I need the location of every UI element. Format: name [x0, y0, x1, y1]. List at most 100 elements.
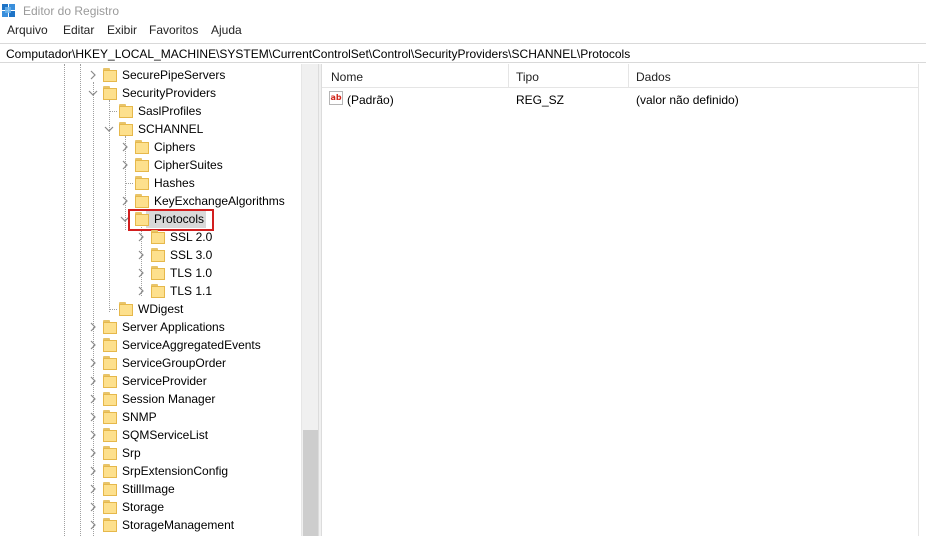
- menu-favoritos[interactable]: Favoritos: [149, 23, 198, 37]
- tree-node-label: TLS 1.0: [170, 266, 213, 280]
- chevron-right-icon[interactable]: [88, 69, 98, 81]
- chevron-right-icon[interactable]: [88, 411, 98, 423]
- chevron-right-icon[interactable]: [136, 231, 146, 243]
- tree-guide-line: [125, 183, 133, 184]
- tree-node-label: SNMP: [122, 410, 157, 424]
- tree-node[interactable]: TLS 1.0: [0, 264, 300, 282]
- tree-node[interactable]: Ciphers: [0, 138, 300, 156]
- tree-scrollbar-thumb[interactable]: [303, 430, 318, 536]
- key-tree[interactable]: SecurePipeServers SecurityProviders SaslPr…: [0, 64, 318, 536]
- chevron-right-icon[interactable]: [88, 519, 98, 531]
- tree-node-label: ServiceGroupOrder: [122, 356, 227, 370]
- folder-icon: [103, 518, 117, 532]
- column-header-dados[interactable]: Dados: [636, 70, 671, 84]
- chevron-right-icon[interactable]: [88, 375, 98, 387]
- tree-node-label: KeyExchangeAlgorithms: [154, 194, 285, 208]
- folder-icon: [135, 176, 149, 190]
- column-header-nome[interactable]: Nome: [331, 70, 363, 84]
- address-path[interactable]: Computador\HKEY_LOCAL_MACHINE\SYSTEM\Cur…: [6, 47, 630, 61]
- tree-node[interactable]: TLS 1.1: [0, 282, 300, 300]
- chevron-right-icon[interactable]: [120, 141, 130, 153]
- folder-icon: [119, 302, 133, 316]
- chevron-right-icon[interactable]: [88, 501, 98, 513]
- value-data: (valor não definido): [636, 93, 739, 107]
- tree-node[interactable]: StillImage: [0, 480, 300, 498]
- folder-icon: [103, 446, 117, 460]
- tree-node-label: TLS 1.1: [170, 284, 213, 298]
- chevron-right-icon[interactable]: [88, 321, 98, 333]
- tree-node[interactable]: WDigest: [0, 300, 300, 318]
- chevron-right-icon[interactable]: [136, 285, 146, 297]
- chevron-right-icon[interactable]: [88, 447, 98, 459]
- tree-node[interactable]: SQMServiceList: [0, 426, 300, 444]
- tree-node-label: SecurityProviders: [122, 86, 217, 100]
- list-header: Nome Tipo Dados: [322, 64, 918, 88]
- list-row[interactable]: ab (Padrão) REG_SZ (valor não definido): [322, 90, 918, 108]
- tree-node[interactable]: SecurityProviders: [0, 84, 300, 102]
- chevron-right-icon[interactable]: [88, 465, 98, 477]
- tree-node[interactable]: Session Manager: [0, 390, 300, 408]
- menu-editar[interactable]: Editar: [63, 23, 94, 37]
- tree-node[interactable]: CipherSuites: [0, 156, 300, 174]
- tree-node-label: SCHANNEL: [138, 122, 204, 136]
- folder-icon: [103, 410, 117, 424]
- value-list: Nome Tipo Dados ab (Padrão) REG_SZ (valo…: [322, 64, 926, 536]
- tree-node[interactable]: Storage: [0, 498, 300, 516]
- folder-icon: [103, 320, 117, 334]
- string-value-icon: ab: [329, 91, 343, 105]
- folder-icon: [103, 374, 117, 388]
- menu-ajuda[interactable]: Ajuda: [211, 23, 242, 37]
- tree-node[interactable]: SrpExtensionConfig: [0, 462, 300, 480]
- tree-node-label: ServiceProvider: [122, 374, 207, 388]
- tree-node[interactable]: SCHANNEL: [0, 120, 300, 138]
- tree-node-label: ServiceAggregatedEvents: [122, 338, 261, 352]
- tree-node[interactable]: Server Applications: [0, 318, 300, 336]
- tree-node-label: SaslProfiles: [138, 104, 202, 118]
- chevron-down-icon[interactable]: [104, 123, 114, 135]
- tree-node[interactable]: SaslProfiles: [0, 102, 300, 120]
- folder-icon: [119, 104, 133, 118]
- tree-node[interactable]: StorageManagement: [0, 516, 300, 534]
- chevron-right-icon[interactable]: [88, 357, 98, 369]
- tree-node-label: Ciphers: [154, 140, 196, 154]
- folder-icon: [151, 248, 165, 262]
- menu-arquivo[interactable]: Arquivo: [7, 23, 48, 37]
- folder-icon: [103, 500, 117, 514]
- chevron-right-icon[interactable]: [88, 429, 98, 441]
- tree-node[interactable]: KeyExchangeAlgorithms: [0, 192, 300, 210]
- chevron-down-icon[interactable]: [88, 87, 98, 99]
- tree-node[interactable]: SecurePipeServers: [0, 66, 300, 84]
- folder-icon: [135, 194, 149, 208]
- tree-node-label: SSL 2.0: [170, 230, 213, 244]
- chevron-right-icon[interactable]: [120, 159, 130, 171]
- tree-node-label: Srp: [122, 446, 141, 460]
- chevron-right-icon[interactable]: [120, 195, 130, 207]
- tree-node[interactable]: ServiceAggregatedEvents: [0, 336, 300, 354]
- tree-node[interactable]: ServiceProvider: [0, 372, 300, 390]
- menu-exibir[interactable]: Exibir: [107, 23, 137, 37]
- chevron-right-icon[interactable]: [136, 267, 146, 279]
- tree-node-label: SSL 3.0: [170, 248, 213, 262]
- address-bar[interactable]: Computador\HKEY_LOCAL_MACHINE\SYSTEM\Cur…: [0, 43, 926, 63]
- column-header-tipo[interactable]: Tipo: [516, 70, 539, 84]
- tree-node[interactable]: Srp: [0, 444, 300, 462]
- tree-node[interactable]: SNMP: [0, 408, 300, 426]
- chevron-right-icon[interactable]: [88, 393, 98, 405]
- tree-node-label: SrpExtensionConfig: [122, 464, 229, 478]
- chevron-right-icon[interactable]: [136, 249, 146, 261]
- folder-icon: [103, 68, 117, 82]
- tree-node[interactable]: ServiceGroupOrder: [0, 354, 300, 372]
- tree-node-label: StorageManagement: [122, 518, 235, 532]
- tree-node[interactable]: Hashes: [0, 174, 300, 192]
- tree-scrollbar[interactable]: [301, 64, 318, 536]
- folder-icon: [119, 122, 133, 136]
- chevron-right-icon[interactable]: [88, 483, 98, 495]
- chevron-right-icon[interactable]: [88, 339, 98, 351]
- column-separator[interactable]: [508, 64, 509, 88]
- folder-icon: [151, 266, 165, 280]
- tree-node-label: Session Manager: [122, 392, 216, 406]
- tree-node[interactable]: SSL 2.0: [0, 228, 300, 246]
- folder-icon: [135, 158, 149, 172]
- tree-node[interactable]: SSL 3.0: [0, 246, 300, 264]
- column-separator[interactable]: [628, 64, 629, 88]
